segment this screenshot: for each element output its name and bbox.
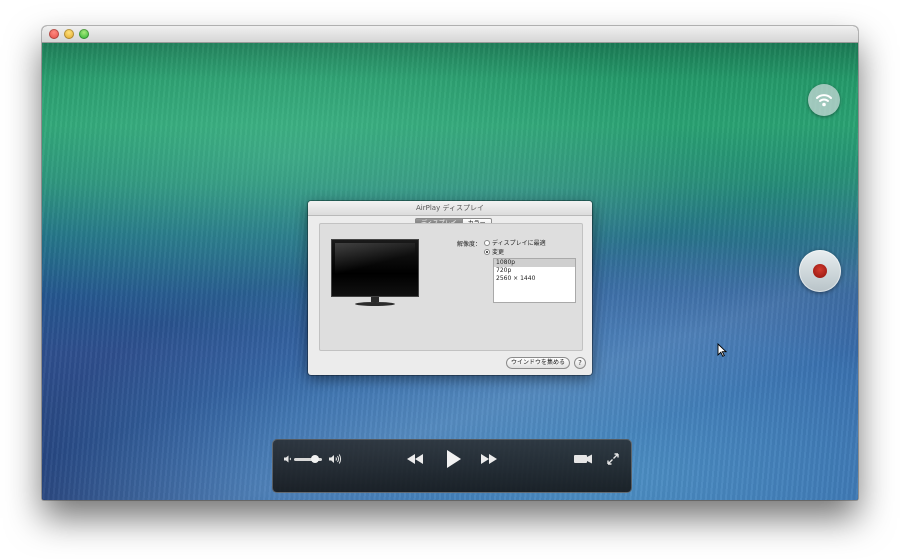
minimize-button[interactable] xyxy=(64,29,74,39)
radio-button[interactable] xyxy=(484,248,490,255)
help-button[interactable]: ? xyxy=(574,357,586,369)
rewind-icon[interactable] xyxy=(405,452,425,466)
playback-controls xyxy=(272,439,632,493)
record-button[interactable] xyxy=(799,250,841,292)
monitor-icon xyxy=(331,239,419,309)
list-item[interactable]: 2560 × 1440 xyxy=(494,275,575,283)
volume-low-icon[interactable] xyxy=(283,454,293,464)
close-button[interactable] xyxy=(49,29,59,39)
radio-label: 変更 xyxy=(492,249,505,256)
volume-high-icon[interactable] xyxy=(328,453,342,465)
fast-forward-icon[interactable] xyxy=(479,452,499,466)
player-window: AirPlay ディスプレイ ディスプレイ カラー 解像度： ディスプレイに最適 xyxy=(42,26,858,500)
resolution-label: 解像度： xyxy=(457,241,482,248)
play-icon[interactable] xyxy=(445,448,463,470)
airplay-video-icon[interactable] xyxy=(573,453,593,465)
record-icon xyxy=(813,264,827,278)
volume-knob[interactable] xyxy=(311,455,319,463)
display-panel: 解像度： ディスプレイに最適 変更 1080p 720p 2560 × 1440 xyxy=(319,223,583,351)
mouse-cursor-icon xyxy=(717,343,727,357)
radio-label: ディスプレイに最適 xyxy=(492,240,546,247)
list-item[interactable]: 1080p xyxy=(494,259,575,267)
airplay-button[interactable] xyxy=(808,84,840,116)
gather-windows-button[interactable]: ウインドウを集める xyxy=(506,357,570,369)
fullscreen-icon[interactable] xyxy=(607,453,619,465)
dialog-title: AirPlay ディスプレイ xyxy=(308,201,592,216)
airplay-display-dialog: AirPlay ディスプレイ ディスプレイ カラー 解像度： ディスプレイに最適 xyxy=(308,201,592,375)
list-item[interactable]: 720p xyxy=(494,267,575,275)
airplay-wifi-icon xyxy=(816,94,832,107)
radio-button[interactable] xyxy=(484,239,490,246)
title-bar[interactable] xyxy=(42,26,858,43)
radio-best-for-display[interactable]: ディスプレイに最適 xyxy=(484,238,546,247)
resolution-list[interactable]: 1080p 720p 2560 × 1440 xyxy=(493,258,576,303)
radio-scaled[interactable]: 変更 xyxy=(484,247,504,256)
zoom-button[interactable] xyxy=(79,29,89,39)
desktop-wallpaper: AirPlay ディスプレイ ディスプレイ カラー 解像度： ディスプレイに最適 xyxy=(42,43,858,500)
